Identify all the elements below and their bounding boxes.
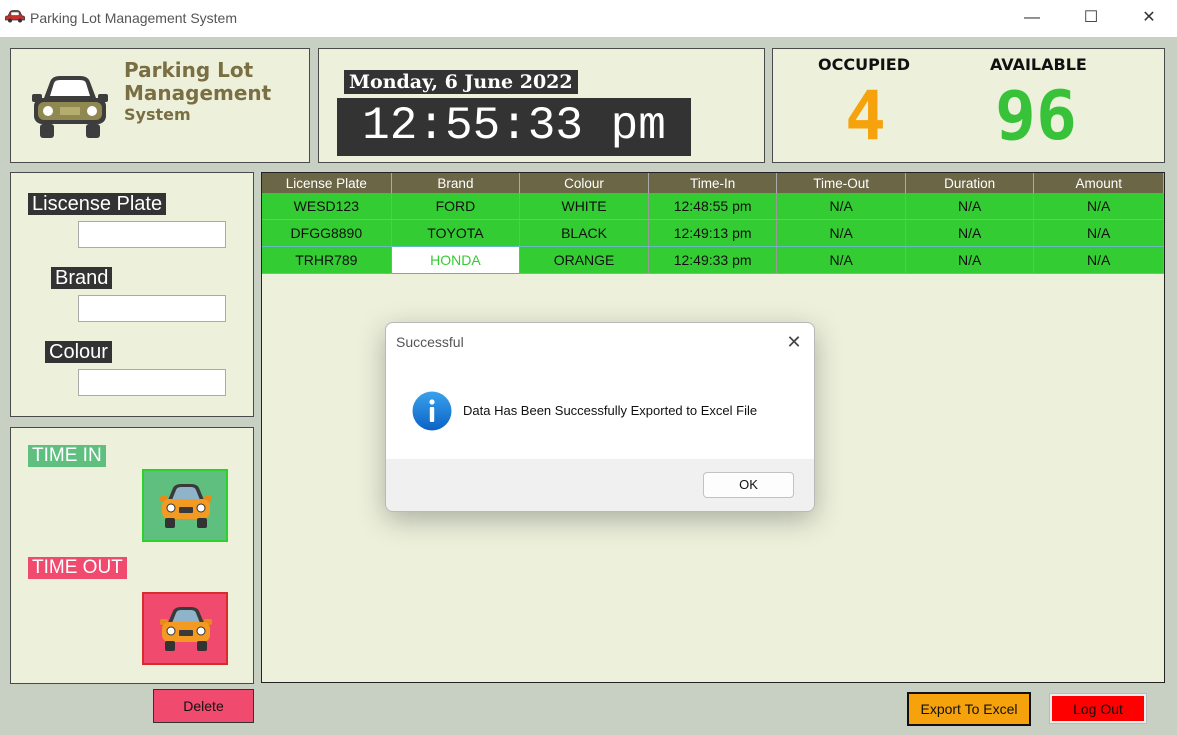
logo-panel: Parking Lot Management System: [10, 48, 310, 163]
time-in-button[interactable]: [142, 469, 228, 542]
column-header[interactable]: Time-Out: [776, 173, 906, 193]
close-window-button[interactable]: ✕: [1136, 6, 1162, 30]
time-out-button[interactable]: [142, 592, 228, 665]
table-cell[interactable]: 12:49:33 pm: [648, 246, 778, 274]
logo-line-2: Management: [124, 81, 272, 105]
success-dialog: Successful ✕ Data Has Been Successfully …: [385, 322, 815, 512]
dialog-close-icon[interactable]: ✕: [784, 332, 804, 353]
table-header-row: License Plate Brand Colour Time-In Time-…: [262, 173, 1164, 193]
plate-input[interactable]: [78, 221, 226, 248]
table-cell[interactable]: TRHR789: [262, 246, 392, 274]
column-header[interactable]: Brand: [391, 173, 521, 193]
time-actions-panel: TIME IN TIME OUT: [10, 427, 254, 684]
table-cell[interactable]: FORD: [391, 193, 521, 220]
table-cell[interactable]: N/A: [1033, 193, 1164, 220]
table-cell[interactable]: N/A: [905, 219, 1035, 247]
time-display: 12:55:33 pm: [337, 98, 691, 156]
table-cell[interactable]: TOYOTA: [391, 219, 521, 247]
logo-line-1: Parking Lot: [124, 58, 254, 82]
orange-car-icon: [160, 484, 212, 528]
vehicle-form-panel: Liscense Plate Brand Colour: [10, 172, 254, 417]
car-icon: [5, 10, 25, 23]
records-table: License Plate Brand Colour Time-In Time-…: [262, 173, 1164, 274]
ok-button[interactable]: OK: [703, 472, 794, 498]
table-cell[interactable]: N/A: [905, 193, 1035, 220]
date-display: Monday, 6 June 2022: [344, 70, 578, 94]
clock-panel: Monday, 6 June 2022 12:55:33 pm: [318, 48, 765, 163]
title-bar: Parking Lot Management System — ☐ ✕: [0, 0, 1177, 37]
window-title: Parking Lot Management System: [30, 10, 237, 26]
dialog-message: Data Has Been Successfully Exported to E…: [463, 403, 758, 418]
table-cell[interactable]: 12:49:13 pm: [648, 219, 778, 247]
table-cell[interactable]: ORANGE: [519, 246, 649, 274]
table-row[interactable]: DFGG8890 TOYOTA BLACK 12:49:13 pm N/A N/…: [262, 219, 1164, 247]
table-cell[interactable]: WHITE: [519, 193, 649, 220]
minimize-button[interactable]: —: [1019, 6, 1045, 30]
dialog-footer: OK: [386, 459, 814, 511]
table-cell[interactable]: N/A: [776, 246, 906, 274]
time-in-label: TIME IN: [28, 445, 106, 467]
table-cell[interactable]: N/A: [776, 193, 906, 220]
colour-input[interactable]: [78, 369, 226, 396]
info-icon: [412, 391, 452, 431]
available-label: AVAILABLE: [990, 55, 1087, 74]
table-row[interactable]: WESD123 FORD WHITE 12:48:55 pm N/A N/A N…: [262, 193, 1164, 220]
column-header[interactable]: License Plate: [262, 173, 392, 193]
table-row[interactable]: TRHR789 HONDA ORANGE 12:49:33 pm N/A N/A…: [262, 246, 1164, 274]
maximize-button[interactable]: ☐: [1078, 6, 1104, 30]
table-cell[interactable]: N/A: [1033, 219, 1164, 247]
table-cell[interactable]: N/A: [905, 246, 1035, 274]
export-excel-button[interactable]: Export To Excel: [907, 692, 1031, 726]
delete-button[interactable]: Delete: [153, 689, 254, 723]
column-header[interactable]: Time-In: [648, 173, 778, 193]
table-cell[interactable]: N/A: [1033, 246, 1164, 274]
table-cell[interactable]: N/A: [776, 219, 906, 247]
occupied-count: 4: [845, 77, 886, 156]
column-header[interactable]: Amount: [1033, 173, 1164, 193]
brand-input[interactable]: [78, 295, 226, 322]
selected-table-cell[interactable]: HONDA: [390, 246, 521, 274]
logo-line-3: System: [124, 105, 191, 124]
table-cell[interactable]: BLACK: [519, 219, 649, 247]
log-out-button[interactable]: Log Out: [1049, 693, 1147, 724]
time-out-label: TIME OUT: [28, 557, 127, 579]
table-cell[interactable]: DFGG8890: [262, 219, 392, 247]
stats-panel: OCCUPIED 4 AVAILABLE 96: [772, 48, 1165, 163]
column-header[interactable]: Duration: [905, 173, 1035, 193]
app-logo-text: Parking Lot Management System: [124, 59, 271, 125]
plate-label: Liscense Plate: [28, 193, 167, 215]
occupied-label: OCCUPIED: [818, 55, 910, 74]
colour-label: Colour: [45, 341, 112, 363]
car-logo-icon: [32, 76, 108, 138]
table-cell[interactable]: 12:48:55 pm: [648, 193, 778, 220]
table-cell[interactable]: WESD123: [262, 193, 392, 220]
available-count: 96: [995, 77, 1077, 156]
dialog-title: Successful: [396, 334, 464, 350]
column-header[interactable]: Colour: [519, 173, 649, 193]
orange-car-icon: [160, 607, 212, 651]
brand-label: Brand: [51, 267, 113, 289]
